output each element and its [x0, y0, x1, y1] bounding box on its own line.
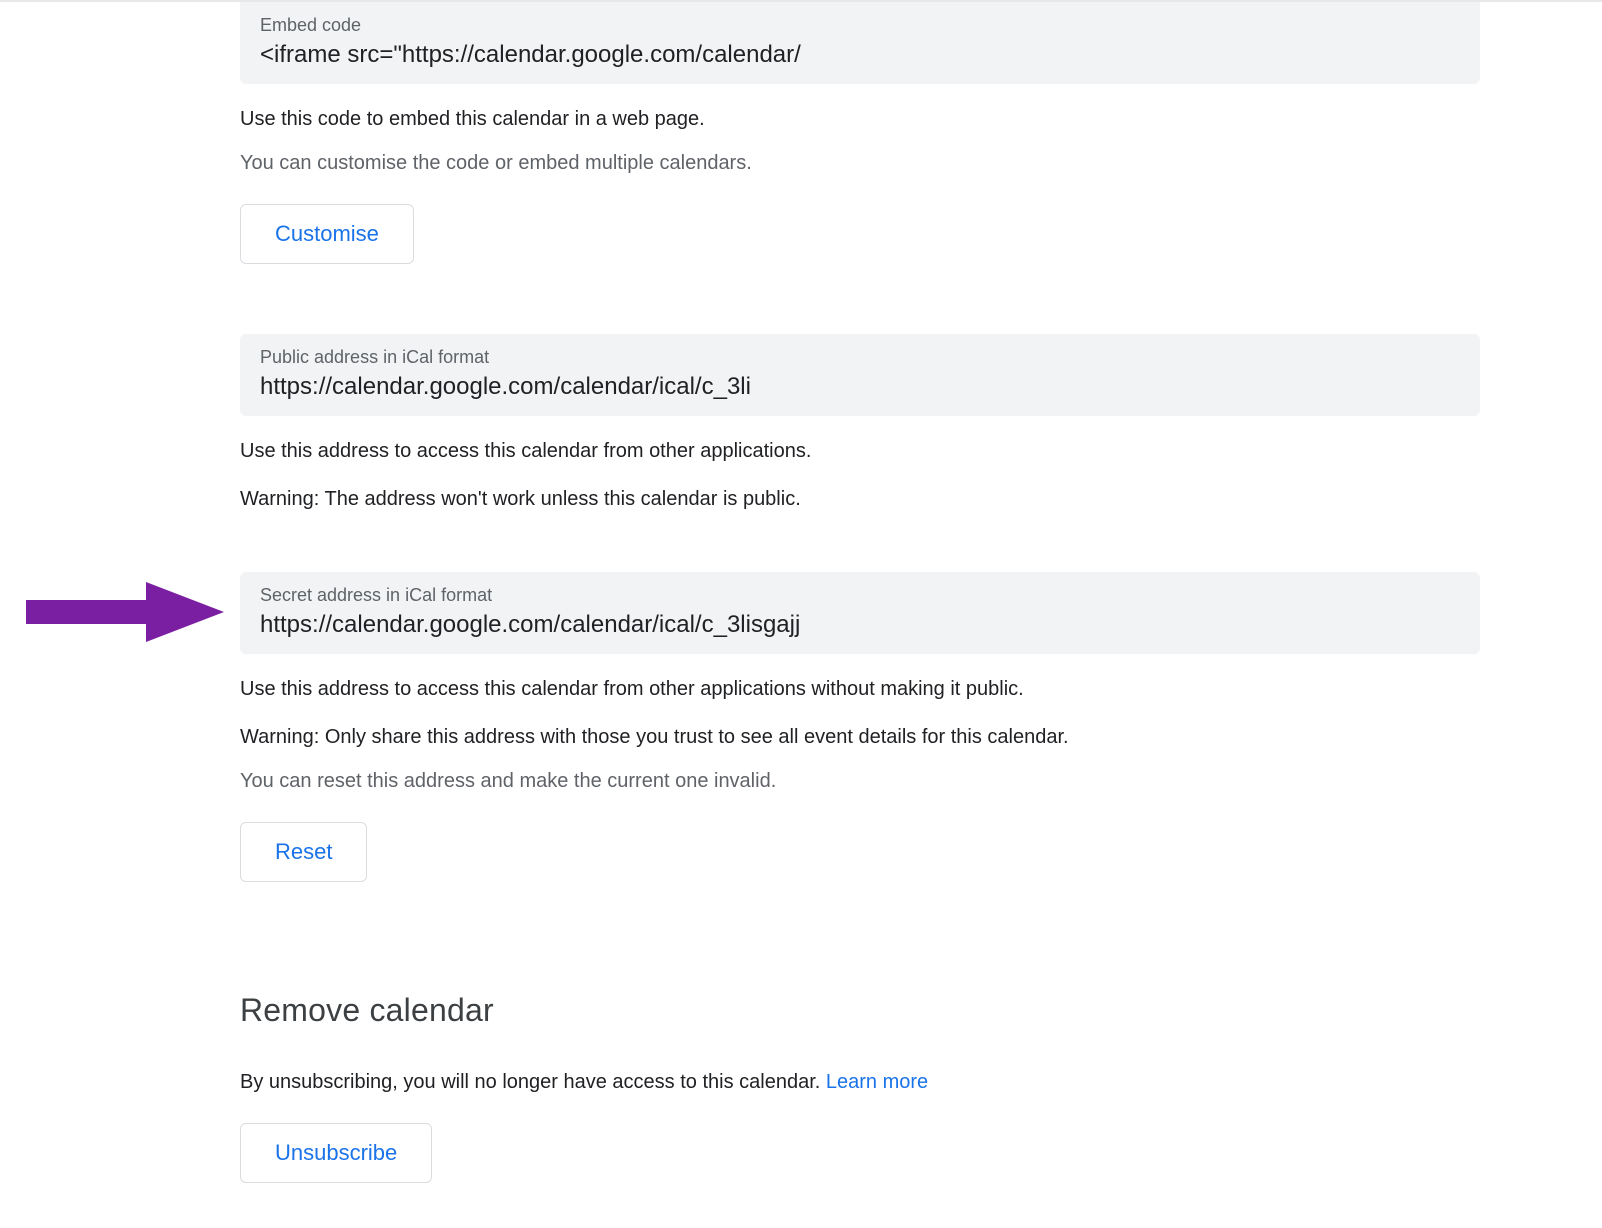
learn-more-link[interactable]: Learn more — [826, 1071, 928, 1093]
secret-ical-field[interactable]: Secret address in iCal format https://ca… — [240, 572, 1480, 654]
public-ical-warning-text: Warning: The address won't work unless t… — [240, 486, 1480, 512]
embed-help-text: Use this code to embed this calendar in … — [240, 106, 1480, 132]
public-ical-value: https://calendar.google.com/calendar/ica… — [260, 372, 800, 402]
remove-calendar-heading: Remove calendar — [240, 992, 1480, 1029]
embed-code-value: <iframe src="https://calendar.google.com… — [260, 40, 960, 70]
public-ical-label: Public address in iCal format — [260, 346, 1460, 368]
public-ical-field[interactable]: Public address in iCal format https://ca… — [240, 334, 1480, 416]
embed-help-text-secondary: You can customise the code or embed mult… — [240, 150, 1480, 176]
remove-calendar-help: By unsubscribing, you will no longer hav… — [240, 1069, 1480, 1095]
secret-ical-value: https://calendar.google.com/calendar/ica… — [260, 610, 930, 640]
annotation-arrow-icon — [26, 572, 226, 652]
secret-ical-reset-note: You can reset this address and make the … — [240, 768, 1480, 794]
secret-ical-label: Secret address in iCal format — [260, 584, 1460, 606]
public-ical-help-text: Use this address to access this calendar… — [240, 438, 1480, 464]
reset-button[interactable]: Reset — [240, 822, 367, 882]
unsubscribe-button[interactable]: Unsubscribe — [240, 1123, 432, 1183]
embed-code-field[interactable]: Embed code <iframe src="https://calendar… — [240, 2, 1480, 84]
customise-button[interactable]: Customise — [240, 204, 414, 264]
secret-ical-warning-text: Warning: Only share this address with th… — [240, 724, 1480, 750]
remove-help-text: By unsubscribing, you will no longer hav… — [240, 1071, 826, 1093]
secret-ical-help-text: Use this address to access this calendar… — [240, 676, 1480, 702]
embed-code-label: Embed code — [260, 14, 1460, 36]
settings-content: Embed code <iframe src="https://calendar… — [240, 2, 1480, 1183]
